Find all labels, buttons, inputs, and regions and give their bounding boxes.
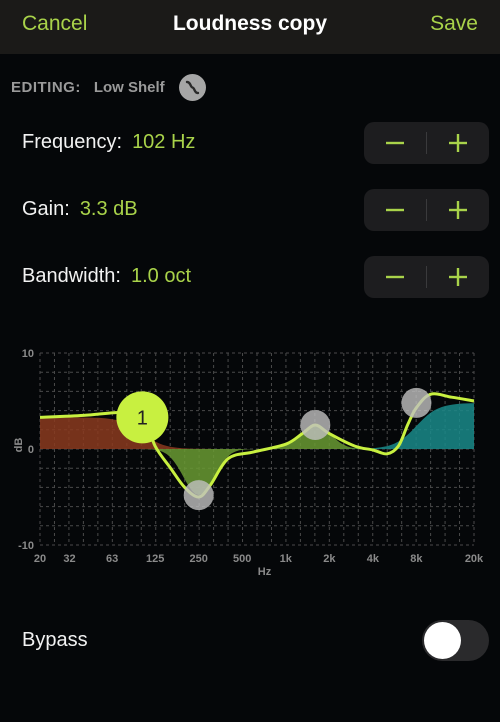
nav-bar: Cancel Loudness copy Save	[0, 0, 500, 54]
x-tick-label: 2k	[323, 553, 336, 565]
frequency-stepper[interactable]	[364, 122, 489, 164]
gain-decrement-button[interactable]	[364, 189, 426, 231]
plus-icon	[449, 134, 467, 152]
bypass-label: Bypass	[22, 629, 88, 651]
bypass-toggle[interactable]	[422, 620, 489, 661]
gain-increment-button[interactable]	[427, 189, 489, 231]
bandwidth-value: 1.0 oct	[130, 265, 192, 287]
bandwidth-row: Bandwidth: 1.0 oct	[22, 265, 191, 288]
y-tick-label: 10	[22, 348, 34, 360]
x-tick-label: 32	[63, 553, 75, 565]
bandwidth-label: Bandwidth:	[22, 265, 121, 287]
x-tick-label: 4k	[367, 553, 380, 565]
bandwidth-increment-button[interactable]	[427, 256, 489, 298]
frequency-value: 102 Hz	[132, 131, 196, 153]
plus-icon	[449, 201, 467, 219]
band-handle-4[interactable]	[401, 387, 432, 418]
y-axis-label: dB	[13, 438, 25, 453]
editing-label: EDITING:	[11, 79, 81, 96]
toggle-knob	[424, 622, 461, 659]
minus-icon	[386, 275, 404, 279]
plus-icon	[449, 268, 467, 286]
editing-row: EDITING: Low Shelf	[11, 74, 206, 101]
bandwidth-decrement-button[interactable]	[364, 256, 426, 298]
eq-chart[interactable]: 1 10 0 -10 20 32 63 125 250 500 1k 2k 4k 8k 20k dB H…	[0, 340, 500, 580]
x-tick-label: 63	[106, 553, 118, 565]
minus-icon	[386, 141, 404, 145]
cancel-button[interactable]: Cancel	[22, 12, 87, 36]
x-axis-label: Hz	[258, 566, 272, 578]
x-tick-label: 250	[190, 553, 208, 565]
x-tick-label: 1k	[280, 553, 293, 565]
save-button[interactable]: Save	[430, 12, 478, 36]
gain-label: Gain:	[22, 198, 70, 220]
x-tick-label: 125	[146, 553, 164, 565]
band-handle-label: 1	[137, 407, 148, 429]
gain-row: Gain: 3.3 dB	[22, 198, 138, 221]
editing-filter-type: Low Shelf	[93, 79, 165, 96]
frequency-row: Frequency: 102 Hz	[22, 131, 195, 154]
frequency-decrement-button[interactable]	[364, 122, 426, 164]
low-shelf-curve-icon[interactable]	[178, 74, 206, 101]
band-handle-2[interactable]	[183, 480, 214, 511]
x-tick-label: 20k	[465, 553, 484, 565]
minus-icon	[386, 208, 404, 212]
gain-stepper[interactable]	[364, 189, 489, 231]
band-handle-3[interactable]	[300, 410, 331, 440]
frequency-label: Frequency:	[22, 131, 123, 153]
frequency-increment-button[interactable]	[427, 122, 489, 164]
y-tick-label: -10	[18, 540, 34, 552]
y-tick-label: 0	[28, 444, 34, 456]
x-axis-ticks: 20 32 63 125 250 500 1k 2k 4k 8k 20k	[34, 553, 484, 565]
gain-value: 3.3 dB	[79, 198, 138, 220]
bandwidth-stepper[interactable]	[364, 256, 489, 298]
x-tick-label: 8k	[410, 553, 423, 565]
x-tick-label: 20	[34, 553, 46, 565]
x-tick-label: 500	[233, 553, 251, 565]
